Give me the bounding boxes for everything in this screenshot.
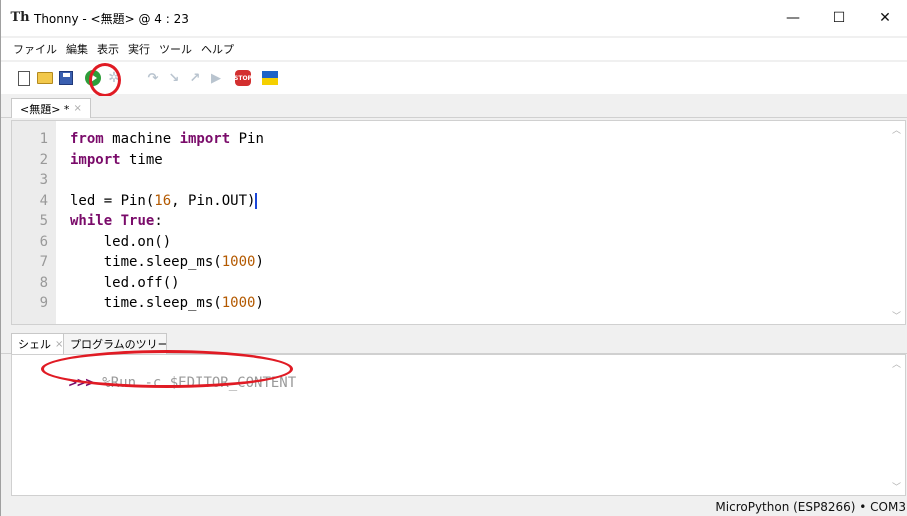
code-text: time.sleep_ms( <box>70 254 222 270</box>
line-number: 7 <box>39 254 48 270</box>
menu-bar: ファイル 編集 表示 実行 ツール ヘルプ <box>1 38 907 60</box>
line-number: 4 <box>39 192 48 209</box>
code-line[interactable]: led.on() <box>70 232 264 253</box>
menu-edit[interactable]: 編集 <box>66 41 88 57</box>
scroll-down-icon[interactable]: ﹀ <box>892 309 901 322</box>
support-ukraine-button[interactable] <box>261 69 279 87</box>
editor-tab-bar: <無題> * × <box>1 96 907 118</box>
thonny-logo-icon: Th <box>10 10 30 25</box>
code-text: Pin <box>230 131 264 147</box>
line-number: 1 <box>39 131 48 147</box>
code-text: ) <box>255 295 264 311</box>
code-text: led.on() <box>70 233 172 250</box>
resume-icon: ▶ <box>211 70 221 86</box>
step-out-button[interactable]: ↗ <box>186 69 204 87</box>
step-into-icon: ↘ <box>168 70 180 86</box>
step-out-icon: ↗ <box>189 70 201 86</box>
code-line[interactable]: import time <box>70 150 264 171</box>
editor-tab-close-icon[interactable]: × <box>73 103 81 114</box>
code-keyword: from <box>70 131 104 147</box>
code-number: 1000 <box>221 295 256 311</box>
shell-command-annotation <box>41 350 293 388</box>
window-title: Thonny - <無題> @ 4 : 23 <box>34 11 189 26</box>
save-icon <box>59 71 73 85</box>
thonny-window: Th Thonny - <無題> @ 4 : 23 — ☐ ✕ ファイル 編集 … <box>0 0 907 516</box>
line-number: 2 <box>39 151 48 168</box>
stop-icon: STOP <box>234 70 252 86</box>
code-line[interactable]: time.sleep_ms(1000) <box>70 252 264 273</box>
code-text: led.off() <box>70 274 180 291</box>
scroll-up-icon[interactable]: ︿ <box>892 357 901 370</box>
interpreter-status[interactable]: MicroPython (ESP8266) • COM3 <box>715 500 906 514</box>
menu-tools[interactable]: ツール <box>159 41 192 57</box>
shell-tab-label: シェル <box>18 338 51 351</box>
shell-scrollbar[interactable]: ︿ ﹀ <box>889 355 905 495</box>
code-text: ) <box>255 254 264 270</box>
line-number: 9 <box>39 295 48 311</box>
run-button-annotation <box>89 63 121 97</box>
scroll-up-icon[interactable]: ︿ <box>892 123 901 136</box>
save-button[interactable] <box>57 69 75 87</box>
step-into-button[interactable]: ↘ <box>165 69 183 87</box>
status-bar: MicroPython (ESP8266) • COM3 <box>1 498 907 516</box>
menu-view[interactable]: 表示 <box>97 41 119 57</box>
editor-tab[interactable]: <無題> * × <box>11 98 91 118</box>
code-keyword: import <box>70 151 121 168</box>
code-text: led = Pin( <box>70 192 155 209</box>
step-over-icon: ↷ <box>147 70 159 86</box>
code-keyword: import <box>179 131 231 147</box>
menu-help[interactable]: ヘルプ <box>201 41 234 57</box>
code-keyword: True <box>120 213 155 229</box>
window-controls: — ☐ ✕ <box>770 0 907 36</box>
new-file-button[interactable] <box>15 69 33 87</box>
code-area[interactable]: from machine import Pin import time led = … <box>70 129 264 314</box>
code-keyword: while <box>70 213 113 229</box>
line-number: 5 <box>39 213 48 229</box>
stop-button[interactable]: STOP <box>234 69 252 87</box>
line-number: 6 <box>39 233 48 250</box>
editor-tab-label: <無題> * <box>20 102 70 116</box>
scroll-down-icon[interactable]: ﹀ <box>892 480 901 493</box>
minimize-button[interactable]: — <box>770 0 816 36</box>
code-text: : <box>154 213 163 229</box>
close-button[interactable]: ✕ <box>862 0 907 36</box>
line-number: 3 <box>39 172 48 188</box>
open-file-button[interactable] <box>36 69 54 87</box>
toolbar: ✲ ↷ ↘ ↗ ▶ STOP <box>1 62 907 94</box>
code-line[interactable]: time.sleep_ms(1000) <box>70 293 264 314</box>
code-line[interactable]: led.off() <box>70 273 264 294</box>
code-number: 16 <box>154 192 172 209</box>
menu-file[interactable]: ファイル <box>13 41 57 57</box>
code-editor[interactable]: 123456789 from machine import Pin import … <box>11 120 906 325</box>
line-number: 8 <box>39 274 48 291</box>
code-line[interactable]: from machine import Pin <box>70 129 264 150</box>
step-over-button[interactable]: ↷ <box>144 69 162 87</box>
tab-shell[interactable]: シェル × <box>11 333 71 354</box>
open-file-icon <box>37 72 53 84</box>
code-text: time.sleep_ms( <box>70 295 222 311</box>
resume-button[interactable]: ▶ <box>207 69 225 87</box>
menu-run[interactable]: 実行 <box>128 41 150 57</box>
title-bar: Th Thonny - <無題> @ 4 : 23 — ☐ ✕ <box>1 0 907 36</box>
code-number: 1000 <box>221 254 256 270</box>
code-text: time <box>120 151 163 168</box>
code-text: , Pin.OUT) <box>171 192 258 209</box>
line-number-gutter: 1 2 3 4 5 6 7 8 9 <box>12 121 56 324</box>
new-file-icon <box>18 70 30 86</box>
code-line[interactable]: led = Pin(16, Pin.OUT) <box>70 191 264 212</box>
code-line[interactable] <box>70 170 264 191</box>
code-line[interactable]: while True: <box>70 211 264 232</box>
maximize-button[interactable]: ☐ <box>816 0 862 36</box>
editor-scrollbar[interactable]: ︿ ﹀ <box>889 121 905 324</box>
flag-icon <box>262 71 278 85</box>
code-text: machine <box>103 131 180 147</box>
